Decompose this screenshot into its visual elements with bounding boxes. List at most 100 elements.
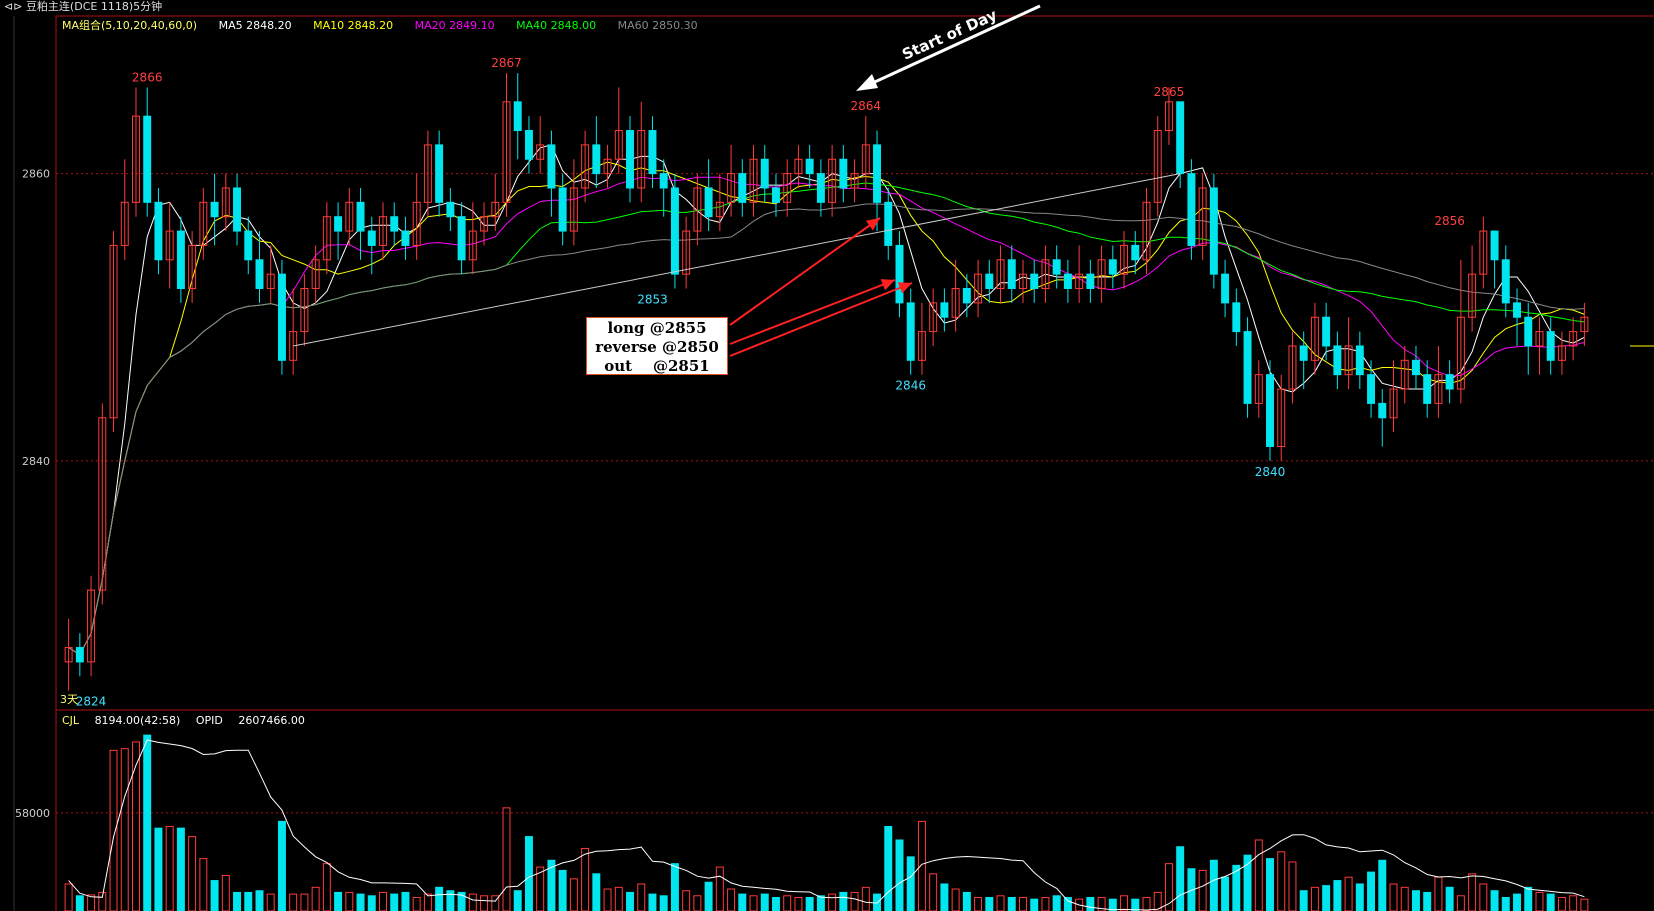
volume-bar xyxy=(1445,886,1454,911)
volume-bar xyxy=(255,890,264,911)
candle-down xyxy=(1266,374,1274,447)
volume-bar xyxy=(221,874,230,911)
candle-down xyxy=(839,158,848,189)
volume-bar xyxy=(794,896,803,911)
volume-bar xyxy=(895,839,904,911)
low-mark-label: 2824 xyxy=(76,695,107,709)
volume-bar xyxy=(884,825,893,911)
volume-bar xyxy=(502,807,511,911)
volume-bar xyxy=(1557,896,1566,911)
volume-bar xyxy=(648,893,657,911)
candle-down xyxy=(1063,273,1072,290)
volume-bar xyxy=(423,893,432,911)
volume-bar xyxy=(1142,896,1151,911)
candle-down xyxy=(1052,259,1061,275)
candle-down xyxy=(1030,273,1039,290)
candle-down xyxy=(940,302,949,318)
candle-down xyxy=(356,201,365,232)
candle-down xyxy=(367,230,376,246)
volume-bar xyxy=(1355,883,1364,911)
volume-bar xyxy=(1333,880,1342,911)
candle-down xyxy=(704,187,713,218)
candle-down xyxy=(1108,259,1117,275)
volume-bar xyxy=(828,893,837,911)
volume-bar xyxy=(637,883,646,911)
candle-down xyxy=(760,158,769,189)
volume-bar xyxy=(233,891,242,911)
volume-bar xyxy=(1378,859,1387,911)
volume-bar xyxy=(210,880,219,911)
candle-down xyxy=(1243,331,1252,404)
volume-bar xyxy=(704,881,713,911)
volume-bar xyxy=(1400,886,1409,911)
volume-bar xyxy=(951,888,960,911)
volume-bar xyxy=(132,741,140,911)
volume-bar xyxy=(996,895,1005,911)
volume-bar xyxy=(1277,851,1286,911)
volume-bar xyxy=(906,856,915,911)
volume-bar xyxy=(244,891,253,911)
candle-down xyxy=(1086,273,1095,290)
low-mark-label: 2853 xyxy=(637,293,668,307)
volume-bar xyxy=(1546,893,1555,911)
volume-bar xyxy=(1254,839,1263,911)
candle-down xyxy=(1209,187,1218,275)
volume-bar xyxy=(480,895,489,911)
volume-bar xyxy=(401,891,410,911)
volume-bar xyxy=(760,893,769,911)
volume-bar xyxy=(165,825,174,911)
volume-bar xyxy=(1535,891,1544,911)
volume-bar xyxy=(861,886,870,911)
volume-bar xyxy=(1434,876,1443,911)
ma40-line xyxy=(68,182,1585,656)
candle-down xyxy=(1299,345,1308,361)
candle-down xyxy=(457,216,466,261)
candle-down xyxy=(884,201,893,246)
volume-bar xyxy=(816,895,825,911)
candle-down xyxy=(143,115,152,203)
volume-bar xyxy=(1052,895,1061,911)
volume-bar xyxy=(367,895,376,911)
candlestick-chart[interactable]: 2840 2860 58000 2866 2867 2864 2865 2856 2853 284… xyxy=(0,0,1654,911)
ma10-line xyxy=(68,161,1585,656)
candle-down xyxy=(176,230,185,290)
candle-down xyxy=(1367,374,1376,404)
candle-down xyxy=(1524,316,1533,347)
volume-bar xyxy=(783,895,792,911)
volume-bar xyxy=(524,836,533,911)
volume-bar xyxy=(334,891,343,911)
price-tick-label: 2860 xyxy=(22,168,50,181)
volume-bar xyxy=(1120,895,1129,911)
volume-bar xyxy=(1322,885,1331,911)
volume-bar xyxy=(1501,896,1510,911)
candle-down xyxy=(1187,173,1196,246)
candle-down xyxy=(401,230,410,246)
candle-down xyxy=(1131,244,1140,261)
volume-bar xyxy=(614,886,623,911)
candle-down xyxy=(1355,345,1364,376)
volume-bar xyxy=(1198,869,1207,911)
volume-bar xyxy=(1007,896,1016,911)
volume-bar xyxy=(738,893,747,911)
volume-bar xyxy=(985,896,994,911)
candle-down xyxy=(1322,316,1331,347)
volume-bar xyxy=(850,891,859,911)
start-of-day-arrowhead xyxy=(856,74,878,91)
volume-bar xyxy=(1344,876,1353,911)
volume-bar xyxy=(1389,883,1398,911)
high-mark-label: 2866 xyxy=(132,70,163,84)
volume-bar xyxy=(188,836,197,911)
volume-bar xyxy=(1209,859,1218,911)
volume-bar xyxy=(379,891,387,911)
volume-bar xyxy=(603,888,612,911)
candle-down xyxy=(805,158,814,175)
volume-bar xyxy=(1569,895,1578,911)
candle-down xyxy=(1423,374,1432,404)
volume-bar xyxy=(1176,846,1185,911)
candle-down xyxy=(670,187,679,275)
ma20-line xyxy=(68,176,1585,656)
high-mark-label: 2856 xyxy=(1434,214,1465,228)
volume-bar xyxy=(322,863,331,911)
volume-bar xyxy=(1063,896,1072,911)
candle-down xyxy=(648,130,657,175)
